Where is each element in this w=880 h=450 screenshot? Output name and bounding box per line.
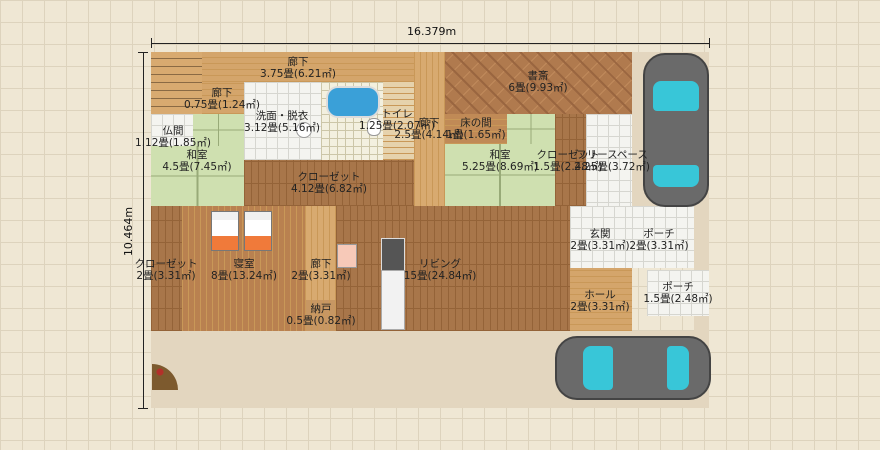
label-study: 書斎 6畳(9.93㎡) <box>508 70 567 94</box>
label-living: リビング 15畳(24.84㎡) <box>404 258 477 282</box>
area-washitsu-right: 5.25畳(8.69㎡) <box>462 161 538 173</box>
name-nando: 納戸 <box>310 303 332 315</box>
name-closet-center: クローゼット <box>297 171 361 183</box>
width-dimension-tick-left <box>151 38 152 48</box>
name-genkan: 玄関 <box>589 228 611 240</box>
width-dimension-tick-right <box>709 38 710 48</box>
area-free-space: 2.25畳(3.72㎡) <box>574 161 650 173</box>
label-washroom: 洗面・脱衣 3.12畳(5.16㎡) <box>244 110 320 134</box>
area-closet-left: 2畳(3.31㎡) <box>136 270 196 282</box>
area-porch-top: 2畳(3.31㎡) <box>629 240 689 252</box>
area-living: 15畳(24.84㎡) <box>403 270 477 282</box>
width-dimension-label: 16.379m <box>407 25 457 38</box>
area-tokonoma: 1畳(1.65㎡) <box>446 129 506 141</box>
label-hall-stair: 廊下 0.75畳(1.24㎡) <box>184 87 260 111</box>
area-closet-center: 4.12畳(6.82㎡) <box>291 183 367 195</box>
bed-left-icon <box>211 211 239 251</box>
car-bottom-icon <box>555 336 711 400</box>
name-hall-stair: 廊下 <box>211 87 233 99</box>
name-washroom: 洗面・脱衣 <box>255 110 309 122</box>
label-porch-top: ポーチ 2畳(3.31㎡) <box>629 228 688 252</box>
area-genkan: 2畳(3.31㎡) <box>570 240 630 252</box>
name-free-space: フリースペース <box>576 149 648 161</box>
name-living: リビング <box>419 258 461 270</box>
bed-right-icon <box>244 211 272 251</box>
height-dimension-line <box>143 52 144 408</box>
label-genkan: 玄関 2畳(3.31㎡) <box>570 228 629 252</box>
area-nando: 0.5畳(0.82㎡) <box>286 315 356 327</box>
height-dimension-tick-bottom <box>138 408 148 409</box>
label-nando: 納戸 0.5畳(0.82㎡) <box>286 303 355 327</box>
label-free-space: フリースペース 2.25畳(3.72㎡) <box>574 149 650 173</box>
label-butsuma: 仏間 1.12畳(1.85㎡) <box>135 125 211 149</box>
name-study: 書斎 <box>527 70 549 82</box>
label-closet-center: クローゼット 4.12畳(6.82㎡) <box>291 171 367 195</box>
name-bedroom: 寝室 <box>233 258 255 270</box>
area-hall-low: 2畳(3.31㎡) <box>291 270 351 282</box>
kitchen-stove-icon <box>381 238 405 272</box>
area-washroom: 3.12畳(5.16㎡) <box>244 122 320 134</box>
name-porch-top: ポーチ <box>643 228 675 240</box>
kitchen-counter-icon <box>381 270 405 330</box>
area-hall-entry: 2畳(3.31㎡) <box>570 301 630 313</box>
height-dimension-label: 10.464m <box>122 206 136 257</box>
label-washitsu-left: 和室 4.5畳(7.45㎡) <box>162 149 231 173</box>
area-study: 6畳(9.93㎡) <box>508 82 568 94</box>
name-washitsu-left: 和室 <box>186 149 208 161</box>
name-hall-low: 廊下 <box>310 258 332 270</box>
name-tokonoma: 床の間 <box>460 117 492 129</box>
label-washitsu-right: 和室 5.25畳(8.69㎡) <box>462 149 538 173</box>
area-porch-bottom: 1.5畳(2.48㎡) <box>643 293 713 305</box>
car-top-icon <box>643 53 709 207</box>
label-bedroom: 寝室 8畳(13.24㎡) <box>211 258 277 282</box>
name-hall-top: 廊下 <box>287 56 309 68</box>
label-closet-left: クローゼット 2畳(3.31㎡) <box>135 258 198 282</box>
label-tokonoma: 床の間 1畳(1.65㎡) <box>446 117 505 141</box>
area-bedroom: 8畳(13.24㎡) <box>211 270 277 282</box>
name-porch-bottom: ポーチ <box>662 281 694 293</box>
name-hall-entry: ホール <box>584 289 616 301</box>
hall-low-room <box>305 206 336 300</box>
name-closet-left: クローゼット <box>134 258 198 270</box>
width-dimension-line <box>151 43 709 44</box>
label-porch-bottom: ポーチ 1.5畳(2.48㎡) <box>643 281 712 305</box>
label-hall-top: 廊下 3.75畳(6.21㎡) <box>260 56 336 80</box>
height-dimension-tick-top <box>138 52 148 53</box>
name-washitsu-right: 和室 <box>489 149 511 161</box>
name-butsuma: 仏間 <box>162 125 184 137</box>
label-hall-low: 廊下 2畳(3.31㎡) <box>291 258 350 282</box>
washitsu-right-upper <box>507 114 555 144</box>
area-butsuma: 1.12畳(1.85㎡) <box>135 137 211 149</box>
area-hall-top: 3.75畳(6.21㎡) <box>260 68 336 80</box>
area-washitsu-left: 4.5畳(7.45㎡) <box>162 161 232 173</box>
label-hall-entry: ホール 2畳(3.31㎡) <box>570 289 629 313</box>
